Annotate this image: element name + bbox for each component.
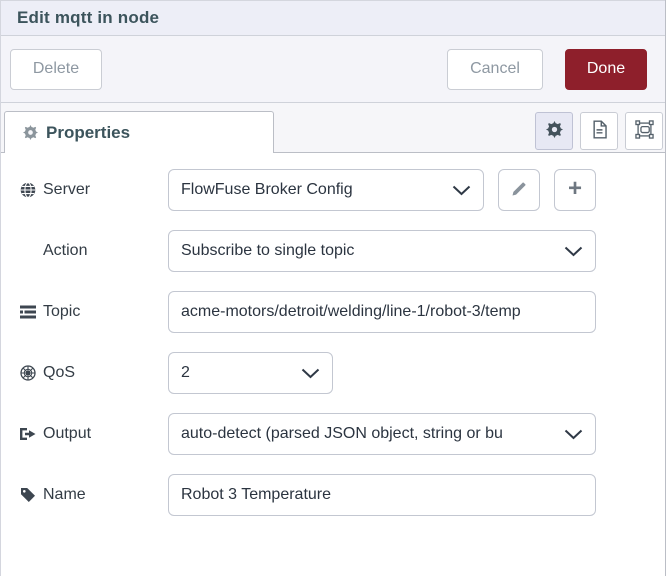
plus-icon: + [567, 175, 582, 202]
server-select-value: FlowFuse Broker Config [181, 181, 353, 198]
edit-server-button[interactable] [498, 169, 540, 211]
topic-row: Topic [1, 291, 665, 333]
tray-header: Edit mqtt in node [1, 0, 665, 36]
tasks-icon [20, 305, 36, 319]
appearance-panel-button[interactable] [625, 112, 663, 150]
qos-select-value: 2 [181, 364, 190, 381]
output-select-value: auto-detect (parsed JSON object, string … [181, 425, 503, 442]
empire-icon [20, 365, 36, 381]
output-row: Output auto-detect (parsed JSON object, … [1, 413, 665, 455]
dialog-title: Edit mqtt in node [17, 8, 160, 27]
action-select-value: Subscribe to single topic [181, 242, 355, 259]
globe-icon [20, 182, 36, 198]
pencil-icon [511, 177, 527, 203]
add-server-button[interactable]: + [554, 169, 596, 211]
name-row: Name [1, 474, 665, 516]
description-panel-button[interactable] [580, 112, 618, 150]
chevron-down-icon [452, 185, 471, 196]
chevron-down-icon [564, 429, 583, 440]
action-label: Action [43, 242, 88, 259]
tab-properties[interactable]: Properties [4, 111, 274, 154]
output-label: Output [1, 425, 168, 443]
server-label: Server [1, 181, 168, 199]
action-row: Action Subscribe to single topic [1, 230, 665, 272]
edit-node-tray: Edit mqtt in node Delete Cancel Done Pro… [0, 0, 666, 576]
doc-icon [591, 120, 608, 142]
output-select[interactable]: auto-detect (parsed JSON object, string … [168, 413, 596, 455]
properties-panel-button[interactable] [535, 112, 573, 150]
name-label: Name [1, 486, 168, 504]
cancel-button[interactable]: Cancel [447, 48, 543, 90]
name-input[interactable] [168, 474, 596, 516]
sign-out-icon [20, 427, 36, 441]
action-select[interactable]: Subscribe to single topic [168, 230, 596, 272]
done-button[interactable]: Done [565, 48, 647, 90]
topic-label: Topic [1, 303, 168, 321]
panel-buttons [535, 112, 663, 150]
qos-select[interactable]: 2 [168, 352, 333, 394]
qos-label: QoS [1, 364, 168, 382]
gear-icon [23, 125, 38, 140]
properties-form: Server FlowFuse Broker Config + Action S… [1, 153, 665, 516]
tray-toolbar: Delete Cancel Done [1, 36, 665, 103]
tag-icon [20, 487, 36, 503]
appearance-icon [634, 120, 654, 142]
tab-properties-label: Properties [46, 122, 131, 142]
delete-button[interactable]: Delete [10, 48, 102, 90]
chevron-down-icon [564, 246, 583, 257]
qos-row: QoS 2 [1, 352, 665, 394]
server-select[interactable]: FlowFuse Broker Config [168, 169, 484, 211]
topic-input[interactable] [168, 291, 596, 333]
server-row: Server FlowFuse Broker Config + [1, 169, 665, 211]
gear-icon [545, 121, 563, 141]
editor-tabbar: Properties [1, 103, 665, 154]
chevron-down-icon [301, 368, 320, 379]
